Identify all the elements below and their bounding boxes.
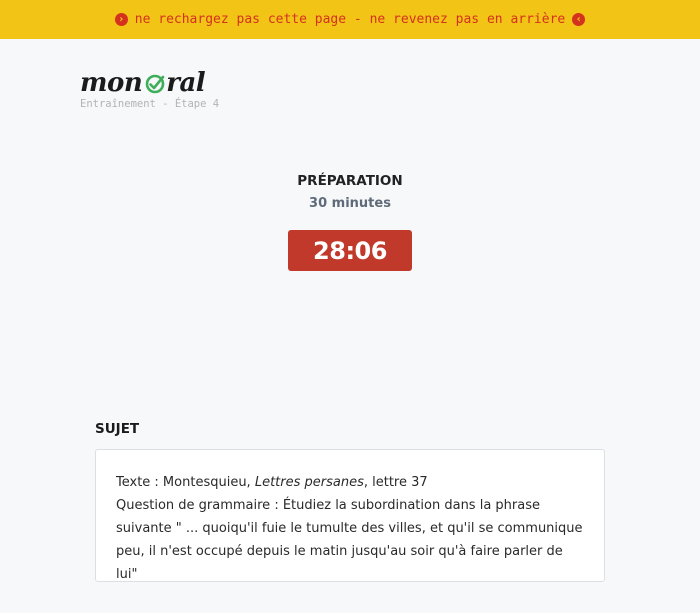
warning-banner: › ne rechargez pas cette page - ne reven…: [0, 0, 700, 39]
step-label: Entraînement - Étape 4: [80, 98, 220, 110]
sujet-question-line-3: peu, il n'est occupé depuis le matin jus…: [116, 544, 563, 582]
sujet-texte-prefix: Texte : Montesquieu,: [116, 475, 255, 490]
sujet-question-line-1: Question de grammaire : Étudiez la subor…: [116, 498, 540, 513]
preparation-duration: 30 minutes: [309, 196, 391, 211]
sujet-texte-line: Texte : Montesquieu, Lettres persanes, l…: [116, 471, 584, 494]
sujet-heading: SUJET: [95, 421, 140, 437]
logo[interactable]: mon ral: [80, 60, 206, 98]
countdown-timer: 28:06: [288, 230, 412, 271]
sujet-box: Texte : Montesquieu, Lettres persanes, l…: [95, 449, 605, 582]
logo-text-after: ral: [166, 68, 206, 98]
logo-text-before: mon: [80, 68, 143, 98]
warning-text: ne rechargez pas cette page - ne revenez…: [134, 12, 566, 27]
preparation-title: PRÉPARATION: [297, 173, 403, 189]
sujet-texte-suffix: , lettre 37: [363, 475, 428, 490]
sujet-question-line-2: suivante " ... quoiqu'il fuie le tumulte…: [116, 521, 583, 536]
sujet-texte-work: Lettres persanes: [254, 475, 364, 490]
check-circle-icon: [145, 74, 165, 94]
chevron-left-circle-icon: ‹: [572, 13, 586, 26]
chevron-right-circle-icon: ›: [114, 13, 128, 26]
